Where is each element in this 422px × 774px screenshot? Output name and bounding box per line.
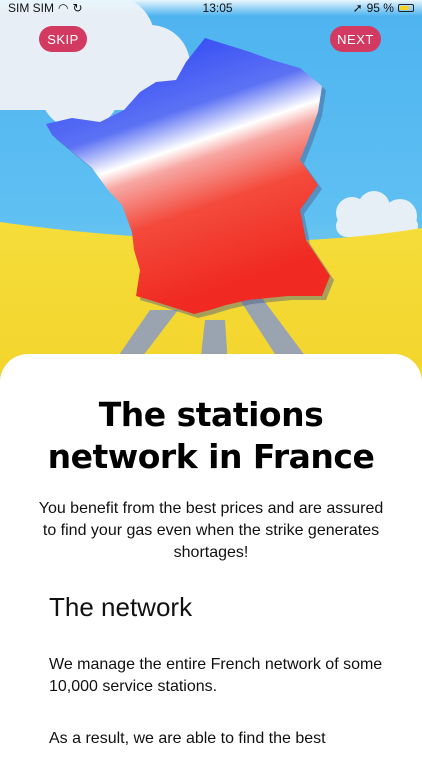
hero-illustration: SKIP NEXT [0, 0, 422, 400]
carrier-label: SIM SIM [8, 1, 55, 15]
page-title-line1: The stations [98, 395, 324, 434]
skip-button[interactable]: SKIP [39, 26, 87, 52]
cloud-right [336, 191, 418, 237]
clock: 13:05 [202, 1, 233, 15]
france-map-illustration [0, 0, 422, 400]
paragraph-prices: As a result, we are able to find the bes… [49, 730, 326, 747]
page-title: The stations network in France [0, 394, 422, 478]
paragraph-network: We manage the entire French network of s… [49, 656, 383, 695]
section-heading: The network [49, 592, 193, 622]
battery-percent: 95 % [366, 1, 394, 15]
sync-icon: ↻ [72, 1, 83, 15]
next-button[interactable]: NEXT [330, 26, 381, 52]
wifi-icon: ◠ [58, 1, 69, 15]
location-icon: ➚ [352, 1, 363, 15]
battery-icon [397, 4, 414, 12]
intro-text: You benefit from the best prices and are… [38, 500, 384, 561]
page-title-line2: network in France [47, 437, 375, 476]
status-bar: SIM SIM ◠ ↻ 13:05 ➚ 95 % [0, 0, 422, 16]
